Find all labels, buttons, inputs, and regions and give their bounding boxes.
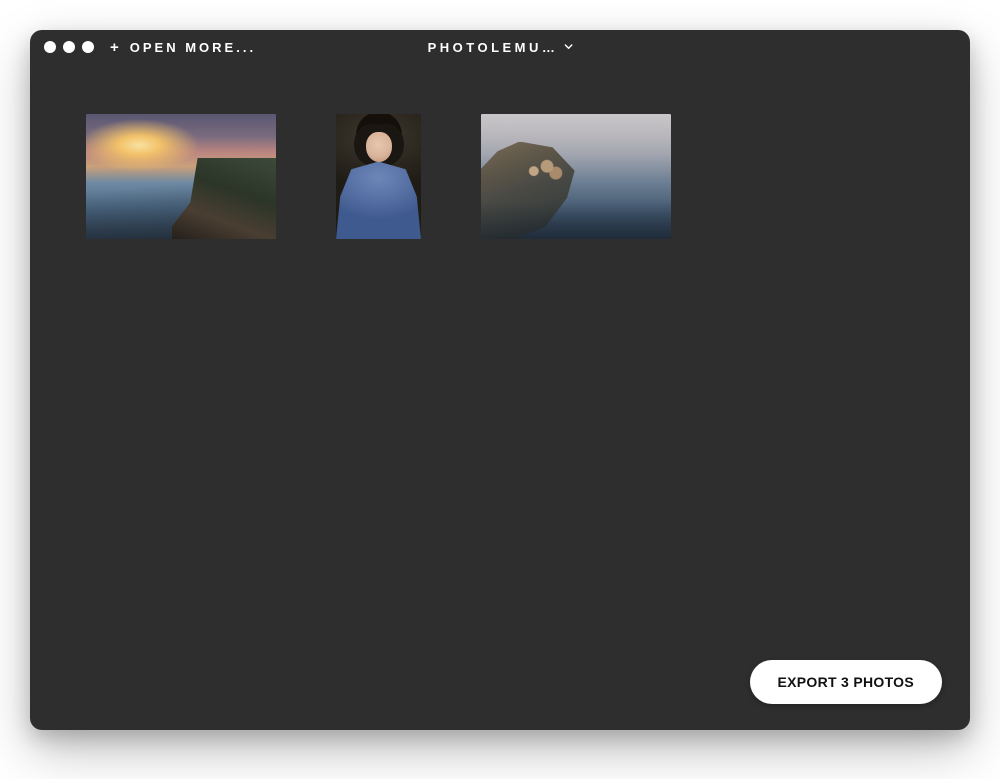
export-button-label: EXPORT 3 PHOTOS (778, 674, 915, 690)
photo-thumbnail[interactable] (86, 114, 276, 239)
titlebar: + OPEN MORE... PHOTOLEMU… (30, 30, 970, 64)
maximize-window-button[interactable] (82, 41, 94, 53)
close-window-button[interactable] (44, 41, 56, 53)
photo-thumbnail[interactable] (336, 114, 421, 239)
plus-icon: + (110, 39, 122, 56)
open-more-button[interactable]: + OPEN MORE... (110, 39, 256, 56)
app-title-dropdown[interactable]: PHOTOLEMU… (428, 40, 573, 55)
app-window: + OPEN MORE... PHOTOLEMU… EXPORT 3 PHOTO… (30, 30, 970, 730)
chevron-down-icon (564, 44, 572, 50)
window-controls (44, 41, 94, 53)
photo-grid (30, 64, 970, 239)
export-button[interactable]: EXPORT 3 PHOTOS (750, 660, 943, 704)
open-more-label: OPEN MORE... (130, 40, 256, 55)
minimize-window-button[interactable] (63, 41, 75, 53)
photo-thumbnail[interactable] (481, 114, 671, 239)
app-title-label: PHOTOLEMU… (428, 40, 559, 55)
